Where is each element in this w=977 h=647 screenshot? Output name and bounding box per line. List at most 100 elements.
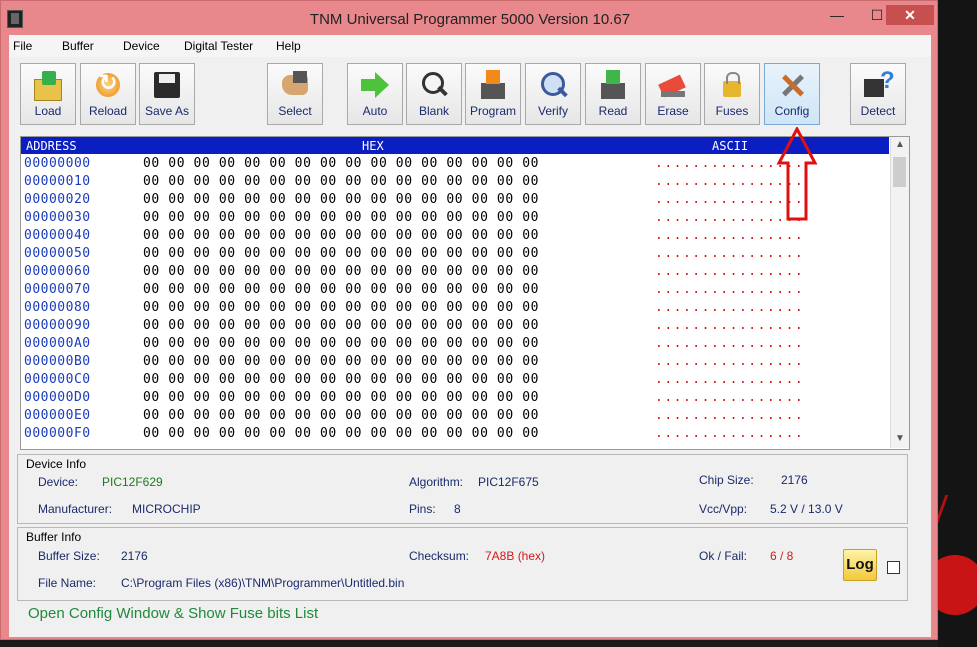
- row-ascii[interactable]: ................: [655, 228, 804, 243]
- table-row[interactable]: 00000050 00 00 00 00 00 00 00 00 00 00 00…: [21, 245, 889, 263]
- buffer-info-title: Buffer Info: [26, 530, 82, 544]
- row-bytes[interactable]: 00 00 00 00 00 00 00 00 00 00 00 00 00 0…: [143, 210, 539, 225]
- menu-buffer[interactable]: Buffer: [62, 39, 94, 53]
- fuses-label: Fuses: [715, 104, 749, 118]
- table-row[interactable]: 00000040 00 00 00 00 00 00 00 00 00 00 00…: [21, 227, 889, 245]
- select-label: Select: [278, 104, 312, 118]
- file-name-label: File Name:: [38, 576, 97, 590]
- device-value: PIC12F629: [102, 475, 163, 489]
- table-row[interactable]: 000000A0 00 00 00 00 00 00 00 00 00 00 00…: [21, 335, 889, 353]
- row-bytes[interactable]: 00 00 00 00 00 00 00 00 00 00 00 00 00 0…: [143, 264, 539, 279]
- magnifier-icon: [418, 69, 450, 101]
- config-label: Config: [774, 104, 810, 118]
- scroll-up-arrow-icon[interactable]: ▲: [895, 139, 905, 150]
- table-row[interactable]: 00000080 00 00 00 00 00 00 00 00 00 00 00…: [21, 299, 889, 317]
- table-row[interactable]: 00000000 00 00 00 00 00 00 00 00 00 00 00…: [21, 155, 889, 173]
- row-ascii[interactable]: ................: [655, 372, 804, 387]
- buffer-size-label: Buffer Size:: [38, 549, 100, 563]
- auto-arrow-icon: [359, 69, 391, 101]
- table-row[interactable]: 00000010 00 00 00 00 00 00 00 00 00 00 00…: [21, 173, 889, 191]
- erase-button[interactable]: Erase: [645, 63, 701, 125]
- checksum-label: Checksum:: [409, 549, 470, 563]
- program-label: Program: [469, 104, 516, 118]
- row-bytes[interactable]: 00 00 00 00 00 00 00 00 00 00 00 00 00 0…: [143, 228, 539, 243]
- log-button[interactable]: Log: [843, 549, 877, 581]
- row-bytes[interactable]: 00 00 00 00 00 00 00 00 00 00 00 00 00 0…: [143, 372, 539, 387]
- row-bytes[interactable]: 00 00 00 00 00 00 00 00 00 00 00 00 00 0…: [143, 300, 539, 315]
- verify-magnifier-icon: [537, 69, 569, 101]
- program-button[interactable]: Program: [465, 63, 521, 125]
- save-as-button[interactable]: Save As: [139, 63, 195, 125]
- row-ascii[interactable]: ................: [655, 336, 804, 351]
- table-row[interactable]: 00000070 00 00 00 00 00 00 00 00 00 00 00…: [21, 281, 889, 299]
- table-row[interactable]: 000000E0 00 00 00 00 00 00 00 00 00 00 00…: [21, 407, 889, 425]
- table-row[interactable]: 00000030 00 00 00 00 00 00 00 00 00 00 00…: [21, 209, 889, 227]
- menu-digital-tester[interactable]: Digital Tester: [184, 39, 253, 53]
- window-title: TNM Universal Programmer 5000 Version 10…: [309, 11, 631, 28]
- config-button[interactable]: Config: [764, 63, 820, 125]
- table-row[interactable]: 000000D0 00 00 00 00 00 00 00 00 00 00 00…: [21, 389, 889, 407]
- table-row[interactable]: 000000B0 00 00 00 00 00 00 00 00 00 00 00…: [21, 353, 889, 371]
- minimize-button[interactable]: —: [819, 5, 855, 25]
- row-bytes[interactable]: 00 00 00 00 00 00 00 00 00 00 00 00 00 0…: [143, 156, 539, 171]
- row-bytes[interactable]: 00 00 00 00 00 00 00 00 00 00 00 00 00 0…: [143, 246, 539, 261]
- row-bytes[interactable]: 00 00 00 00 00 00 00 00 00 00 00 00 00 0…: [143, 426, 539, 441]
- blank-button[interactable]: Blank: [406, 63, 462, 125]
- row-address: 00000070: [24, 282, 91, 297]
- row-ascii[interactable]: ................: [655, 318, 804, 333]
- row-ascii[interactable]: ................: [655, 426, 804, 441]
- device-info-title: Device Info: [26, 457, 87, 471]
- manufacturer-value: MICROCHIP: [132, 502, 201, 516]
- select-button[interactable]: Select: [267, 63, 323, 125]
- table-row[interactable]: 00000060 00 00 00 00 00 00 00 00 00 00 00…: [21, 263, 889, 281]
- scroll-down-arrow-icon[interactable]: ▼: [895, 433, 905, 444]
- row-bytes[interactable]: 00 00 00 00 00 00 00 00 00 00 00 00 00 0…: [143, 282, 539, 297]
- client-area: File Buffer Device Digital Tester Help L…: [9, 35, 931, 637]
- row-ascii[interactable]: ................: [655, 282, 804, 297]
- row-bytes[interactable]: 00 00 00 00 00 00 00 00 00 00 00 00 00 0…: [143, 318, 539, 333]
- verify-button[interactable]: Verify: [525, 63, 581, 125]
- desktop-background: [938, 0, 977, 647]
- log-checkbox[interactable]: [887, 561, 900, 574]
- table-row[interactable]: 000000F0 00 00 00 00 00 00 00 00 00 00 00…: [21, 425, 889, 443]
- read-button[interactable]: Read: [585, 63, 641, 125]
- reload-button[interactable]: Reload: [80, 63, 136, 125]
- fuses-button[interactable]: Fuses: [704, 63, 760, 125]
- row-ascii[interactable]: ................: [655, 354, 804, 369]
- row-bytes[interactable]: 00 00 00 00 00 00 00 00 00 00 00 00 00 0…: [143, 174, 539, 189]
- row-bytes[interactable]: 00 00 00 00 00 00 00 00 00 00 00 00 00 0…: [143, 336, 539, 351]
- vertical-scrollbar[interactable]: ▲ ▼: [890, 137, 909, 448]
- chip-size-label: Chip Size:: [699, 473, 754, 487]
- row-address: 000000C0: [24, 372, 91, 387]
- reload-label: Reload: [88, 104, 128, 118]
- row-ascii[interactable]: ................: [655, 246, 804, 261]
- title-bar[interactable]: TNM Universal Programmer 5000 Version 10…: [1, 1, 939, 35]
- ok-fail-label: Ok / Fail:: [699, 549, 748, 563]
- load-button[interactable]: Load: [20, 63, 76, 125]
- row-ascii[interactable]: ................: [655, 300, 804, 315]
- menu-help[interactable]: Help: [276, 39, 301, 53]
- device-label: Device:: [38, 475, 79, 489]
- menu-file[interactable]: File: [13, 39, 32, 53]
- menu-device[interactable]: Device: [123, 39, 160, 53]
- scroll-thumb[interactable]: [893, 157, 906, 187]
- row-address: 00000090: [24, 318, 91, 333]
- read-chip-icon: [597, 69, 629, 101]
- row-ascii[interactable]: ................: [655, 390, 804, 405]
- row-bytes[interactable]: 00 00 00 00 00 00 00 00 00 00 00 00 00 0…: [143, 354, 539, 369]
- auto-label: Auto: [362, 104, 388, 118]
- row-bytes[interactable]: 00 00 00 00 00 00 00 00 00 00 00 00 00 0…: [143, 192, 539, 207]
- row-ascii[interactable]: ................: [655, 408, 804, 423]
- file-name-value: C:\Program Files (x86)\TNM\Programmer\Un…: [121, 576, 405, 590]
- ok-fail-value: 6 / 8: [770, 549, 794, 563]
- auto-button[interactable]: Auto: [347, 63, 403, 125]
- table-row[interactable]: 00000020 00 00 00 00 00 00 00 00 00 00 00…: [21, 191, 889, 209]
- detect-button[interactable]: Detect: [850, 63, 906, 125]
- row-bytes[interactable]: 00 00 00 00 00 00 00 00 00 00 00 00 00 0…: [143, 408, 539, 423]
- table-row[interactable]: 000000C0 00 00 00 00 00 00 00 00 00 00 00…: [21, 371, 889, 389]
- row-bytes[interactable]: 00 00 00 00 00 00 00 00 00 00 00 00 00 0…: [143, 390, 539, 405]
- table-row[interactable]: 00000090 00 00 00 00 00 00 00 00 00 00 00…: [21, 317, 889, 335]
- close-button[interactable]: ✕: [886, 5, 934, 25]
- row-ascii[interactable]: ................: [655, 264, 804, 279]
- reload-icon: [92, 69, 124, 101]
